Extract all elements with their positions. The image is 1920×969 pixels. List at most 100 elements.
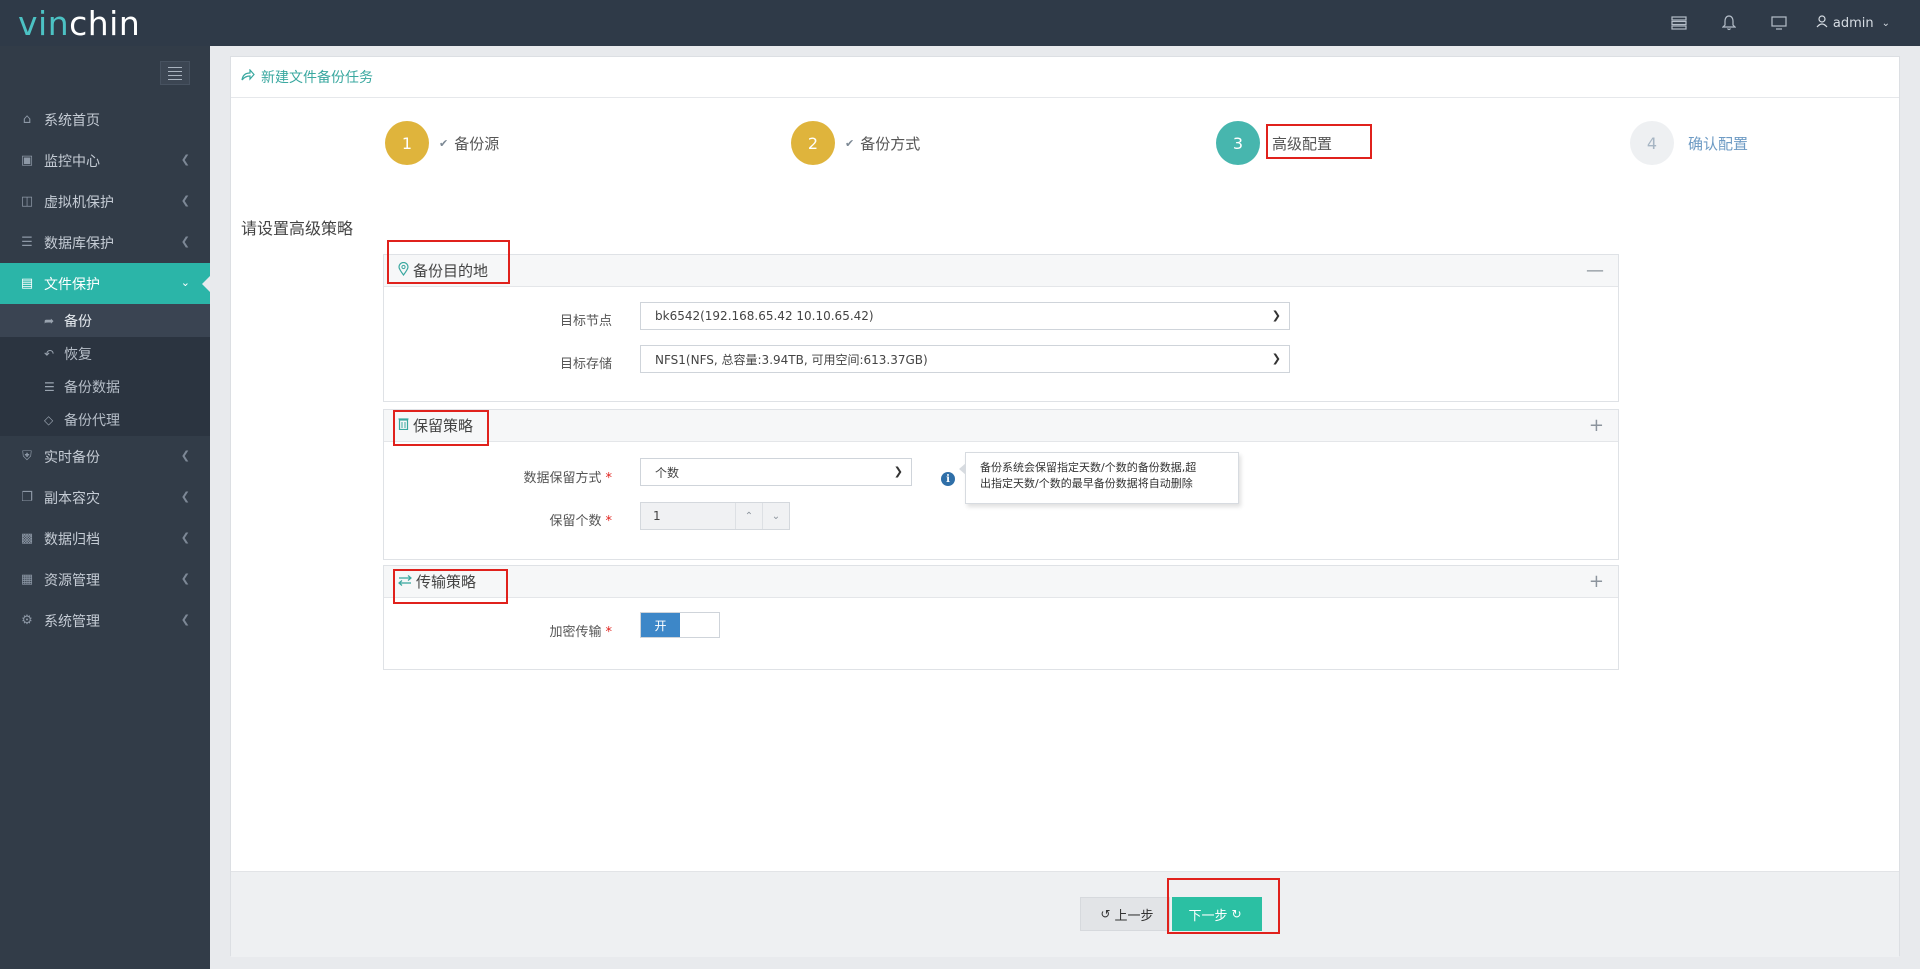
- sidebar-item-system-management[interactable]: ⚙ 系统管理 ❮: [0, 600, 210, 641]
- previous-step-button[interactable]: ↺ 上一步: [1080, 897, 1170, 931]
- grid-icon: ▦: [20, 572, 34, 587]
- step-3: 3 高级配置: [1216, 121, 1332, 165]
- logo-part1: vin: [18, 4, 70, 43]
- increment-button[interactable]: ⌃: [735, 503, 762, 529]
- expand-button[interactable]: +: [1589, 415, 1604, 436]
- step-number: 1: [385, 121, 429, 165]
- sidebar-item-label: 虚拟机保护: [44, 194, 114, 211]
- check-icon: ✔: [845, 136, 855, 150]
- transfer-section: 传输策略 + 加密传输 * 开: [383, 565, 1619, 670]
- sidebar-item-file-protection[interactable]: ▤ 文件保护 ⌄: [0, 263, 211, 304]
- step-1: 1 ✔ 备份源: [385, 121, 499, 165]
- retention-count-stepper: 1 ⌃ ⌄: [640, 502, 790, 530]
- sidebar-subitem-label: 备份数据: [64, 379, 120, 396]
- reply-icon: ↶: [44, 346, 55, 361]
- trash-icon: [398, 417, 409, 434]
- sidebar-item-label: 数据库保护: [44, 235, 114, 252]
- arrow-circle-left-icon: ↺: [1100, 907, 1111, 921]
- sidebar-subitem-label: 备份代理: [64, 412, 120, 429]
- section-header[interactable]: 备份目的地 —: [384, 255, 1618, 287]
- step-label: 确认配置: [1688, 134, 1749, 153]
- required-marker: *: [605, 514, 613, 529]
- main-panel: 新建文件备份任务 1 ✔ 备份源 2 ✔ 备份方式 3 高级配置 4 确认配置 …: [230, 56, 1900, 957]
- chevron-left-icon: ❮: [180, 153, 190, 166]
- sidebar-item-label: 资源管理: [44, 572, 100, 589]
- sidebar-subitem-backup-proxy[interactable]: ◇ 备份代理: [0, 403, 210, 436]
- wizard-footer: ↺ 上一步 下一步 ↻: [231, 871, 1899, 957]
- file-protection-submenu: ➦ 备份 ↶ 恢复 ☰ 备份数据 ◇ 备份代理: [0, 304, 210, 436]
- monitor-icon[interactable]: [1766, 10, 1792, 36]
- exchange-icon: [398, 574, 412, 590]
- select-value: NFS1(NFS, 总容量:3.94TB, 可用空间:613.37GB): [655, 352, 928, 367]
- encrypt-transfer-switch[interactable]: 开: [640, 612, 720, 638]
- vinchin-logo[interactable]: vinchin: [18, 4, 140, 43]
- section-header[interactable]: 保留策略 +: [384, 410, 1618, 442]
- sidebar-subitem-label: 恢复: [64, 346, 92, 363]
- sidebar-item-vm-protection[interactable]: ◫ 虚拟机保护 ❮: [0, 181, 210, 222]
- step-label: 备份源: [454, 134, 500, 153]
- server-icon[interactable]: [1666, 10, 1692, 36]
- sidebar-subitem-backup-data[interactable]: ☰ 备份数据: [0, 370, 210, 403]
- retention-count-label: 保留个数 *: [412, 510, 612, 529]
- chevron-left-icon: ❮: [180, 194, 190, 207]
- target-storage-select[interactable]: NFS1(NFS, 总容量:3.94TB, 可用空间:613.37GB) ❯: [640, 345, 1290, 373]
- encrypt-transfer-label: 加密传输 *: [412, 621, 612, 640]
- home-icon: ⌂: [22, 112, 32, 127]
- sidebar-item-resource-management[interactable]: ▦ 资源管理 ❮: [0, 559, 210, 600]
- section-title-text: 保留策略: [413, 417, 474, 435]
- info-icon[interactable]: i: [941, 472, 955, 486]
- target-node-select[interactable]: bk6542(192.168.65.42 10.10.65.42) ❯: [640, 302, 1290, 330]
- copy-icon: ❐: [21, 490, 33, 505]
- retention-mode-select[interactable]: 个数 ❯: [640, 458, 912, 486]
- chevron-left-icon: ❮: [180, 572, 190, 585]
- label-text: 保留个数: [549, 514, 602, 529]
- collapse-button[interactable]: —: [1586, 260, 1604, 281]
- sidebar-item-label: 副本容灾: [44, 490, 100, 507]
- step-label: 高级配置: [1272, 134, 1333, 153]
- button-label: 下一步: [1188, 908, 1228, 924]
- sidebar-subitem-label: 备份: [64, 313, 92, 330]
- sidebar-item-label: 数据归档: [44, 531, 100, 548]
- expand-button[interactable]: +: [1589, 571, 1604, 592]
- sidebar-subitem-restore[interactable]: ↶ 恢复: [0, 337, 210, 370]
- decrement-button[interactable]: ⌄: [762, 503, 789, 529]
- section-subheading: 请设置高级策略: [241, 219, 354, 238]
- chevron-down-icon: ❯: [1271, 309, 1281, 322]
- chevron-left-icon: ❮: [180, 235, 190, 248]
- sidebar-item-monitor[interactable]: ▣ 监控中心 ❮: [0, 140, 210, 181]
- step-label: 备份方式: [860, 134, 921, 153]
- sidebar: ⌂ 系统首页 ▣ 监控中心 ❮ ◫ 虚拟机保护 ❮ ☰ 数据库保护 ❮ ▤ 文件…: [0, 46, 211, 969]
- next-step-button[interactable]: 下一步 ↻: [1172, 897, 1262, 931]
- section-title: 传输策略: [398, 571, 476, 592]
- section-title-text: 备份目的地: [413, 262, 489, 280]
- bell-icon[interactable]: [1716, 10, 1742, 36]
- button-label: 上一步: [1114, 908, 1154, 924]
- tooltip-line: 备份系统会保留指定天数/个数的备份数据,超: [980, 461, 1197, 474]
- label-text: 加密传输: [549, 625, 602, 640]
- retention-count-input[interactable]: 1: [641, 503, 735, 529]
- retention-mode-label: 数据保留方式 *: [412, 467, 612, 486]
- username: admin: [1832, 15, 1874, 31]
- stack-icon: ☰: [44, 379, 55, 394]
- sidebar-item-data-archive[interactable]: ▩ 数据归档 ❮: [0, 518, 210, 559]
- section-title: 保留策略: [398, 415, 473, 436]
- section-header[interactable]: 传输策略 +: [384, 566, 1618, 598]
- page-title-text: 新建文件备份任务: [261, 70, 373, 86]
- sidebar-item-realtime-backup[interactable]: ⛨ 实时备份 ❮: [0, 436, 210, 477]
- sidebar-subitem-backup[interactable]: ➦ 备份: [0, 304, 210, 337]
- sidebar-item-db-protection[interactable]: ☰ 数据库保护 ❮: [0, 222, 210, 263]
- retention-section: 保留策略 + 数据保留方式 * 个数 ❯ i 备份系统会保留指定天数/个数的备份数…: [383, 409, 1619, 560]
- user-menu[interactable]: admin ⌄: [1816, 14, 1890, 32]
- shield-icon: ⛨: [22, 449, 32, 464]
- section-title: 备份目的地: [398, 260, 488, 281]
- tooltip-line: 出指定天数/个数的最早备份数据将自动删除: [980, 477, 1193, 490]
- logo-part2: chin: [69, 4, 141, 43]
- sidebar-item-home[interactable]: ⌂ 系统首页: [0, 99, 210, 140]
- label-text: 数据保留方式: [523, 471, 602, 486]
- laptop-icon: ▣: [20, 153, 34, 168]
- sidebar-item-replica-dr[interactable]: ❐ 副本容灾 ❮: [0, 477, 210, 518]
- sidebar-toggle-button[interactable]: [160, 61, 190, 85]
- top-actions: admin ⌄: [1666, 0, 1920, 46]
- switch-on-label: 开: [641, 613, 680, 637]
- divider: [231, 97, 1899, 98]
